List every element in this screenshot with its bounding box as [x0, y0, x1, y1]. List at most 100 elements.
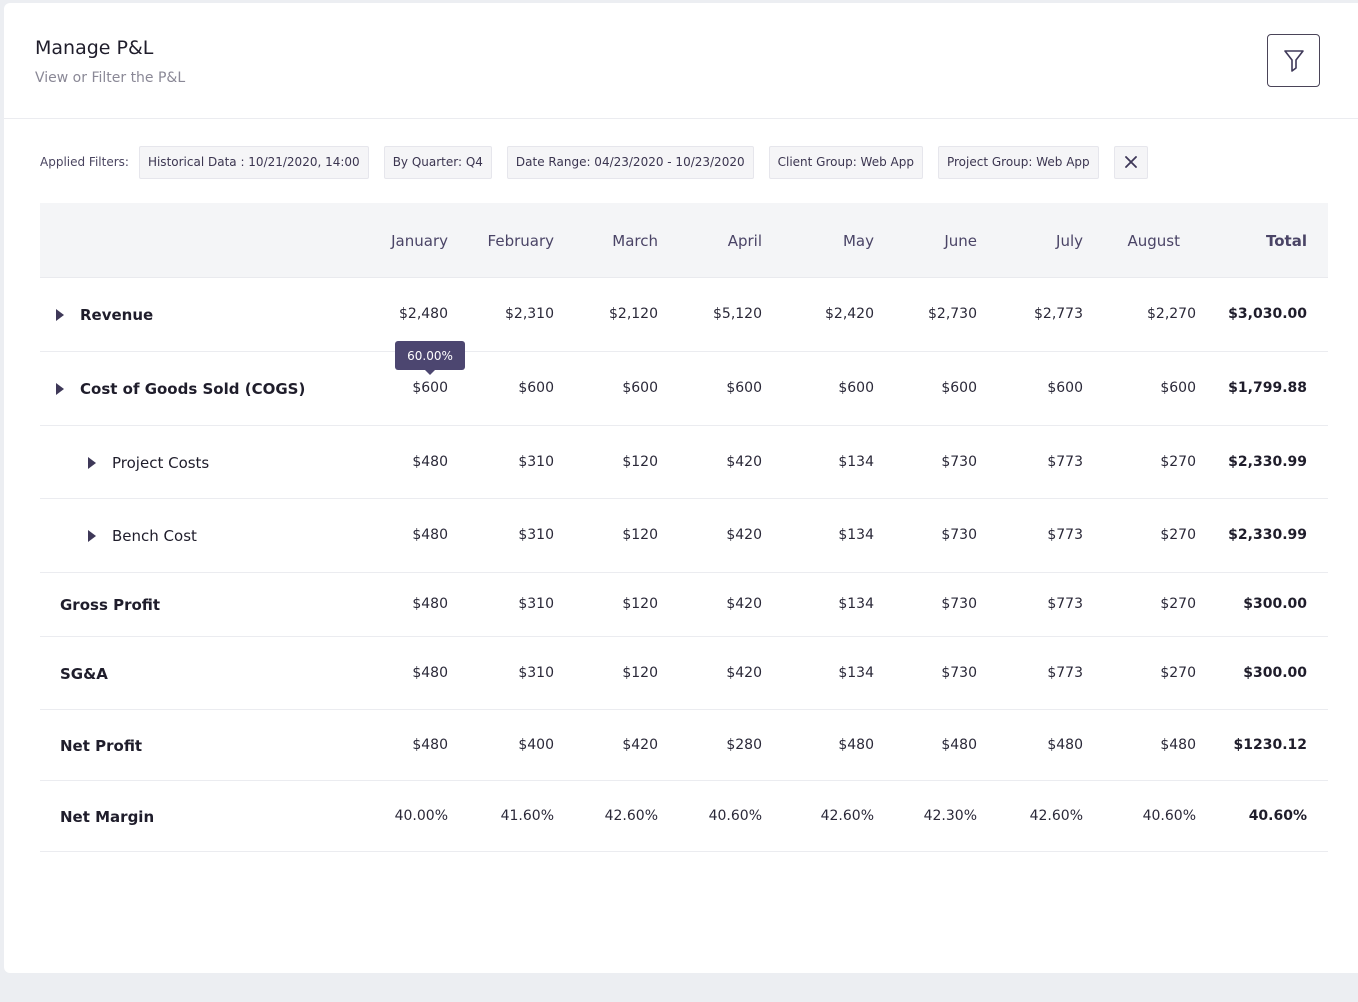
row-label-revenue[interactable]: Revenue: [56, 278, 153, 352]
expand-caret-icon[interactable]: [56, 383, 64, 395]
value-cell: $2,420: [825, 306, 874, 322]
table-row: Revenue $2,480 $2,310 $2,120 $5,120 $2,420 $2,…: [40, 278, 1328, 352]
value-cell: $134: [838, 665, 874, 681]
value-cell: $600: [1047, 380, 1083, 396]
column-header-march: March: [612, 232, 658, 250]
table-row: Gross Profit $480 $310 $120 $420 $134 $730 $773…: [40, 573, 1328, 637]
table-row: Net Margin 40.00% 41.60% 42.60% 40.60% 42.60%…: [40, 781, 1328, 852]
value-cell: $600: [1160, 380, 1196, 396]
value-cell: $2,773: [1034, 306, 1083, 322]
value-cell: 42.30%: [923, 808, 977, 824]
expand-caret-icon[interactable]: [56, 309, 64, 321]
value-cell: $773: [1047, 527, 1083, 543]
expand-caret-icon[interactable]: [88, 456, 96, 469]
total-cell: $2,330.99: [1228, 527, 1307, 543]
column-header-august: August: [1127, 232, 1181, 250]
table-row: Project Costs $480 $310 $120 $420 $134 $730 $77…: [40, 426, 1328, 499]
value-cell: $420: [726, 665, 762, 681]
row-label-text: Net Profit: [60, 736, 143, 755]
value-cell: $270: [1160, 596, 1196, 612]
total-cell: $2,330.99: [1228, 454, 1307, 470]
total-cell: $3,030.00: [1228, 306, 1307, 322]
value-cell: $730: [941, 596, 977, 612]
column-header-may: May: [842, 232, 874, 250]
row-label-sg-a: SG&A: [60, 637, 108, 710]
value-cell: $773: [1047, 596, 1083, 612]
filter-chip-date-range[interactable]: Date Range: 04/23/2020 - 10/23/2020: [506, 145, 754, 179]
value-cell: $134: [838, 596, 874, 612]
value-cell: 42.60%: [820, 808, 874, 824]
table-header: January February March April May June July Augu…: [40, 203, 1328, 278]
value-cell: $600: [412, 380, 448, 396]
value-cell: $420: [726, 527, 762, 543]
value-cell: $400: [518, 737, 554, 753]
value-cell: $480: [838, 737, 874, 753]
value-cell: $270: [1160, 665, 1196, 681]
column-header-july: July: [1056, 232, 1083, 250]
value-cell: $480: [412, 527, 448, 543]
filter-chip-historical-data[interactable]: Historical Data : 10/21/2020, 14:00: [138, 145, 369, 179]
value-cell: $310: [518, 596, 554, 612]
row-label-project-costs[interactable]: Project Costs: [88, 426, 209, 499]
value-cell: $600: [941, 380, 977, 396]
column-header-february: February: [487, 232, 554, 250]
applied-filters: Applied Filters: Historical Data : 10/21…: [40, 145, 1148, 179]
value-cell: 42.60%: [604, 808, 658, 824]
total-cell: $300.00: [1243, 665, 1307, 681]
row-label-cost-of-goods-sold-cogs[interactable]: Cost of Goods Sold (COGS): [56, 352, 305, 426]
value-cell: $480: [412, 737, 448, 753]
page-subtitle: View or Filter the P&L: [35, 70, 186, 86]
close-icon: [1124, 156, 1137, 168]
table-row: SG&A $480 $310 $120 $420 $134 $730 $773 $270 $300…: [40, 637, 1328, 710]
table-row: Cost of Goods Sold (COGS) $600 $600 $600 $60…: [40, 352, 1328, 426]
value-cell: $420: [622, 737, 658, 753]
value-cell: 40.60%: [1142, 808, 1196, 824]
value-cell: $270: [1160, 454, 1196, 470]
filter-button[interactable]: [1267, 34, 1320, 87]
filter-chip-quarter[interactable]: By Quarter: Q4: [383, 145, 492, 179]
value-cell: $310: [518, 527, 554, 543]
row-label-gross-profit: Gross Profit: [60, 573, 160, 637]
row-label-text: Cost of Goods Sold (COGS): [80, 380, 306, 398]
value-cell: $480: [412, 454, 448, 470]
column-header-january: January: [391, 232, 448, 250]
value-cell: $773: [1047, 665, 1083, 681]
filter-icon: [1283, 49, 1304, 72]
value-cell: 40.00%: [394, 808, 448, 824]
row-label-bench-cost[interactable]: Bench Cost: [88, 499, 197, 573]
clear-filters-button[interactable]: [1113, 145, 1148, 179]
row-label-text: Bench Cost: [112, 527, 197, 545]
value-cell: $120: [622, 527, 658, 543]
page-title: Manage P&L: [35, 37, 154, 59]
value-cell: $480: [941, 737, 977, 753]
applied-filters-label: Applied Filters:: [40, 155, 129, 169]
value-cell: $2,730: [928, 306, 977, 322]
value-tooltip: 60.00%: [395, 341, 465, 375]
table-row: Bench Cost $480 $310 $120 $420 $134 $730 $773 $2…: [40, 499, 1328, 573]
expand-caret-icon[interactable]: [88, 530, 96, 542]
page-header: Manage P&L View or Filter the P&L: [4, 3, 1358, 119]
value-cell: $480: [412, 665, 448, 681]
column-header-total: Total: [1266, 232, 1307, 250]
value-cell: $134: [838, 527, 874, 543]
total-cell: $300.00: [1243, 596, 1307, 612]
value-cell: $280: [726, 737, 762, 753]
value-cell: $600: [622, 380, 658, 396]
value-cell: $480: [412, 596, 448, 612]
value-cell: $600: [726, 380, 762, 396]
row-label-text: SG&A: [60, 664, 108, 683]
pnl-card: Manage P&L View or Filter the P&L Applie…: [4, 3, 1358, 973]
value-cell: $2,270: [1147, 306, 1196, 322]
value-cell: $773: [1047, 454, 1083, 470]
value-cell: $730: [941, 527, 977, 543]
filter-chip-client-group[interactable]: Client Group: Web App: [768, 145, 923, 179]
value-cell: $480: [1160, 737, 1196, 753]
value-cell: $2,120: [609, 306, 658, 322]
value-cell: $480: [1047, 737, 1083, 753]
total-cell: 40.60%: [1248, 808, 1307, 824]
column-header-april: April: [727, 232, 762, 250]
total-cell: $1230.12: [1233, 737, 1307, 753]
column-header-june: June: [944, 232, 977, 250]
filter-chip-project-group[interactable]: Project Group: Web App: [937, 145, 1099, 179]
value-cell: $5,120: [713, 306, 762, 322]
